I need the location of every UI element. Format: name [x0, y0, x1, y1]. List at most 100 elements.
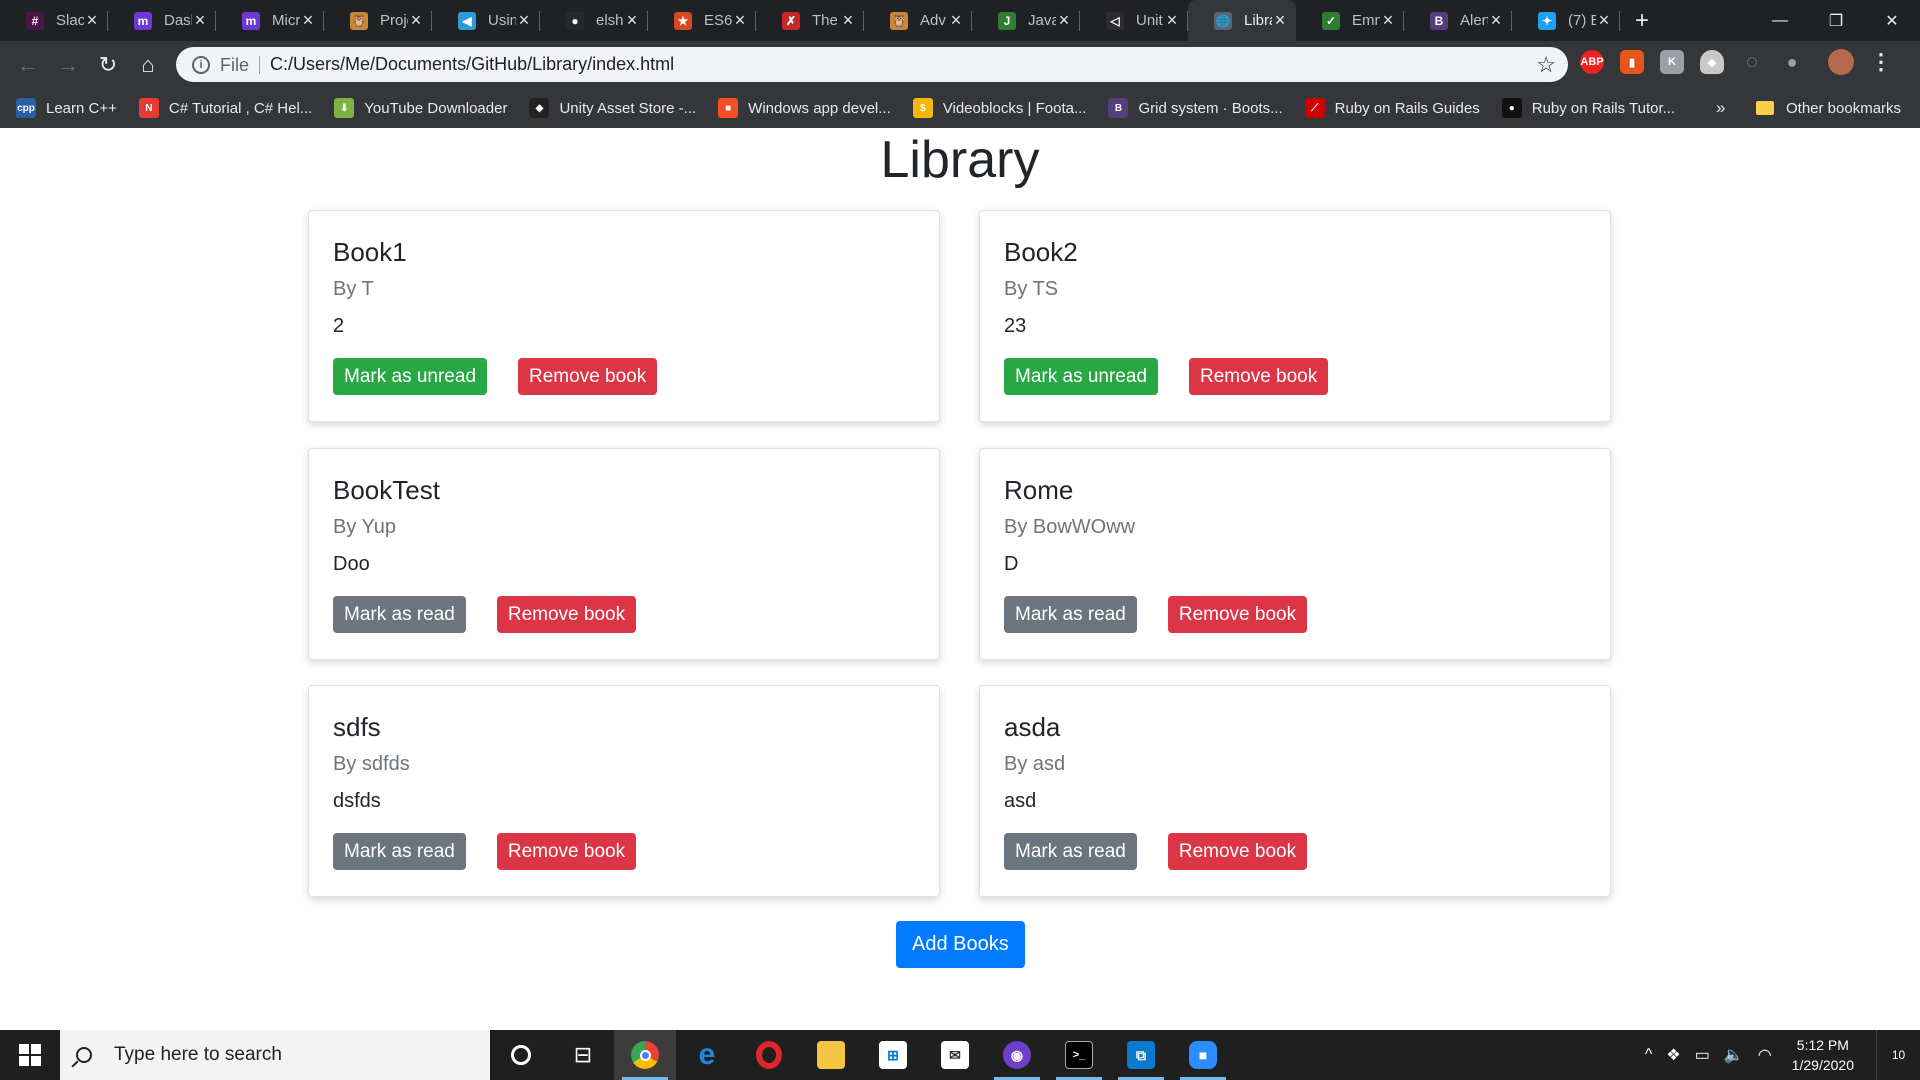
adblock-icon[interactable]: ABP: [1580, 50, 1604, 74]
toggle-read-button[interactable]: Mark as unread: [1004, 358, 1159, 395]
office-icon[interactable]: ▮: [1620, 50, 1644, 74]
close-tab-icon[interactable]: ×: [408, 10, 424, 31]
minimize-button[interactable]: —: [1752, 0, 1808, 41]
tab-14[interactable]: ✦ (7) E ×: [1512, 0, 1620, 41]
bookmark-item[interactable]: $ Videoblocks | Foota...: [912, 98, 1086, 118]
remove-book-button[interactable]: Remove book: [1189, 358, 1329, 395]
restore-button[interactable]: ❐: [1808, 0, 1864, 41]
other-bookmarks[interactable]: Other bookmarks: [1756, 88, 1901, 128]
remove-book-button[interactable]: Remove book: [496, 596, 637, 633]
notification-center-icon[interactable]: 10: [1876, 1030, 1920, 1080]
profile-avatar[interactable]: [1828, 49, 1854, 75]
bookmark-item[interactable]: cpp Learn C++: [16, 98, 117, 118]
tab-7[interactable]: ✗ The ×: [756, 0, 864, 41]
toggle-read-button[interactable]: Mark as read: [333, 596, 466, 633]
close-tab-icon[interactable]: ×: [1596, 10, 1612, 31]
opera-taskbar-icon[interactable]: [738, 1030, 800, 1080]
forward-button[interactable]: →: [48, 45, 88, 85]
file-explorer-icon[interactable]: [800, 1030, 862, 1080]
bookmark-item[interactable]: N C# Tutorial , C# Hel...: [138, 98, 312, 118]
other-bookmarks-label: Other bookmarks: [1786, 99, 1902, 117]
wifi-icon[interactable]: ◠: [1758, 1045, 1772, 1065]
tab-10[interactable]: ◁ Unit ×: [1080, 0, 1188, 41]
github-desktop-icon[interactable]: ◉: [986, 1030, 1048, 1080]
back-button[interactable]: ←: [8, 45, 48, 85]
close-tab-icon[interactable]: ×: [948, 10, 964, 31]
close-tab-icon[interactable]: ×: [1164, 10, 1180, 31]
bookmark-item[interactable]: ⟋ Ruby on Rails Guides: [1304, 98, 1480, 118]
close-tab-icon[interactable]: ×: [732, 10, 748, 31]
battery-icon[interactable]: ▭: [1695, 1045, 1710, 1065]
tab-1[interactable]: m Dashboard×: [108, 0, 216, 41]
home-button[interactable]: ⌂: [128, 45, 168, 85]
bulb-icon[interactable]: ●: [1780, 50, 1804, 74]
close-tab-icon[interactable]: ×: [192, 10, 208, 31]
extension-k-icon[interactable]: K: [1660, 50, 1684, 74]
terminal-icon[interactable]: >_: [1048, 1030, 1110, 1080]
tab-9[interactable]: J Java ×: [972, 0, 1080, 41]
close-tab-icon[interactable]: ×: [1380, 10, 1396, 31]
close-tab-icon[interactable]: ×: [1272, 10, 1288, 31]
address-bar[interactable]: i File C:/Users/Me/Documents/GitHub/Libr…: [176, 47, 1568, 82]
task-view-icon[interactable]: ⊟: [552, 1030, 614, 1080]
bookmark-item[interactable]: ◆ Unity Asset Store -...: [529, 98, 696, 118]
toggle-read-button[interactable]: Mark as unread: [333, 358, 488, 395]
menu-icon[interactable]: ⋮: [1870, 49, 1892, 75]
remove-book-button[interactable]: Remove book: [1167, 596, 1308, 633]
mail-icon[interactable]: ✉: [924, 1030, 986, 1080]
github-icon: ●: [566, 11, 584, 30]
tab-4[interactable]: ◀ Using×: [432, 0, 540, 41]
more-bookmarks-button[interactable]: »: [1716, 98, 1725, 118]
tab-8[interactable]: 🦉 Adv ×: [864, 0, 972, 41]
toggle-read-button[interactable]: Mark as read: [1004, 833, 1137, 870]
bookmark-item[interactable]: ■ Windows app devel...: [718, 98, 891, 118]
tab-3[interactable]: 🦉 Projects×: [324, 0, 432, 41]
zoom-icon[interactable]: ■: [1172, 1030, 1234, 1080]
window-controls: — ❐ ✕: [1752, 0, 1920, 41]
url-text[interactable]: C:/Users/Me/Documents/GitHub/Library/ind…: [270, 54, 674, 75]
refresh-ext-icon[interactable]: ◌: [1740, 50, 1764, 74]
bookmark-item[interactable]: ⬇ YouTube Downloader: [334, 98, 507, 118]
tab-11[interactable]: 🌐 Library×: [1188, 0, 1296, 41]
dropbox-icon[interactable]: ❖: [1666, 1045, 1680, 1065]
tab-5[interactable]: ● elsh ×: [540, 0, 648, 41]
remove-book-button[interactable]: Remove book: [1167, 833, 1308, 870]
tab-2[interactable]: m Microverse×: [216, 0, 324, 41]
page-content: Library Book1 By T 2 Mark as unread Remove b…: [0, 128, 1920, 1030]
start-button[interactable]: [0, 1030, 60, 1080]
clock[interactable]: 5:12 PM 1/29/2020: [1792, 1035, 1854, 1075]
close-tab-icon[interactable]: ×: [1488, 10, 1504, 31]
vscode-taskbar-icon[interactable]: ⧉: [1110, 1030, 1172, 1080]
remove-book-button[interactable]: Remove book: [518, 358, 658, 395]
tab-0[interactable]: # Slack×: [0, 0, 108, 41]
remove-book-button[interactable]: Remove book: [496, 833, 637, 870]
new-tab-button[interactable]: +: [1620, 0, 1664, 41]
close-tab-icon[interactable]: ×: [840, 10, 856, 31]
close-tab-icon[interactable]: ×: [300, 10, 316, 31]
tab-6[interactable]: ★ ES6 ×: [648, 0, 756, 41]
info-icon[interactable]: i: [192, 55, 210, 74]
chrome-taskbar-icon[interactable]: [614, 1030, 676, 1080]
volume-icon[interactable]: 🔈: [1724, 1045, 1744, 1065]
add-books-button[interactable]: Add Books: [896, 921, 1025, 968]
close-tab-icon[interactable]: ×: [516, 10, 532, 31]
tab-12[interactable]: ✓ Emm×: [1296, 0, 1404, 41]
store-icon[interactable]: ⊞: [862, 1030, 924, 1080]
bookmark-item[interactable]: ● Ruby on Rails Tutor...: [1501, 98, 1675, 118]
bookmark-item[interactable]: B Grid system · Boots...: [1108, 98, 1283, 118]
close-tab-icon[interactable]: ×: [1056, 10, 1072, 31]
tab-title: Slack: [56, 12, 84, 29]
close-window-button[interactable]: ✕: [1864, 0, 1920, 41]
chevron-up-icon[interactable]: ^: [1645, 1046, 1653, 1064]
toggle-read-button[interactable]: Mark as read: [1004, 596, 1137, 633]
close-tab-icon[interactable]: ×: [624, 10, 640, 31]
taskbar-search[interactable]: Type here to search: [60, 1030, 490, 1080]
edge-taskbar-icon[interactable]: e: [676, 1030, 738, 1080]
bookmark-star-icon[interactable]: ☆: [1536, 52, 1556, 78]
toggle-read-button[interactable]: Mark as read: [333, 833, 466, 870]
close-tab-icon[interactable]: ×: [84, 10, 100, 31]
shield-icon[interactable]: ◆: [1700, 50, 1724, 74]
reload-button[interactable]: ↻: [88, 45, 128, 85]
tab-13[interactable]: B Alert ×: [1404, 0, 1512, 41]
cortana-icon[interactable]: [490, 1030, 552, 1080]
